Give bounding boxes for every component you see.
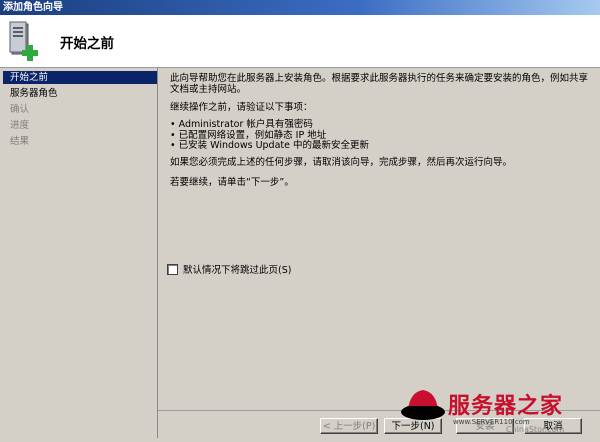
- nav-item-server-roles[interactable]: 服务器角色: [0, 87, 154, 100]
- watermark-url-secondary: ChinaStor.com: [506, 425, 565, 434]
- intro-text: 此向导帮助您在此服务器上安装角色。根据要求此服务器执行的任务来确定要安装的角色，…: [170, 73, 589, 95]
- list-item: Administrator 帐户具有强密码: [170, 119, 369, 131]
- skip-page-option[interactable]: 默认情况下将跳过此页(S): [167, 262, 291, 276]
- redhat-logo-icon: [401, 390, 445, 420]
- prerequisite-list: Administrator 帐户具有强密码 已配置网络设置，例如静态 IP 地址…: [170, 119, 369, 152]
- nav-item-before-you-begin[interactable]: 开始之前: [3, 71, 157, 84]
- wizard-nav: 开始之前 服务器角色 确认 进度 结果: [0, 68, 158, 438]
- watermark: 服务器之家 www.SERVER110.com ChinaStor.com: [398, 382, 600, 442]
- page-title: 开始之前: [60, 36, 114, 52]
- skip-page-label[interactable]: 默认情况下将跳过此页(S): [183, 262, 291, 276]
- nav-item-confirmation: 确认: [10, 104, 30, 115]
- wizard-header: 开始之前: [0, 15, 600, 68]
- server-add-icon: [9, 21, 38, 61]
- watermark-brand: 服务器之家: [448, 394, 564, 419]
- continue-text: 若要继续，请单击“下一步”。: [170, 177, 294, 188]
- nav-item-progress: 进度: [10, 120, 30, 131]
- prev-button[interactable]: < 上一步(P): [320, 418, 378, 434]
- list-item: 已安装 Windows Update 中的最新安全更新: [170, 140, 369, 152]
- nav-item-results: 结果: [10, 136, 30, 147]
- instructions-text: 如果您必须完成上述的任何步骤，请取消该向导，完成步骤，然后再次运行向导。: [170, 157, 513, 168]
- window-title: 添加角色向导: [0, 0, 600, 15]
- skip-page-checkbox[interactable]: [167, 263, 178, 275]
- verify-heading: 继续操作之前，请验证以下事项：: [170, 102, 313, 113]
- wizard-content: 此向导帮助您在此服务器上安装角色。根据要求此服务器执行的任务来确定要安装的角色，…: [158, 68, 600, 411]
